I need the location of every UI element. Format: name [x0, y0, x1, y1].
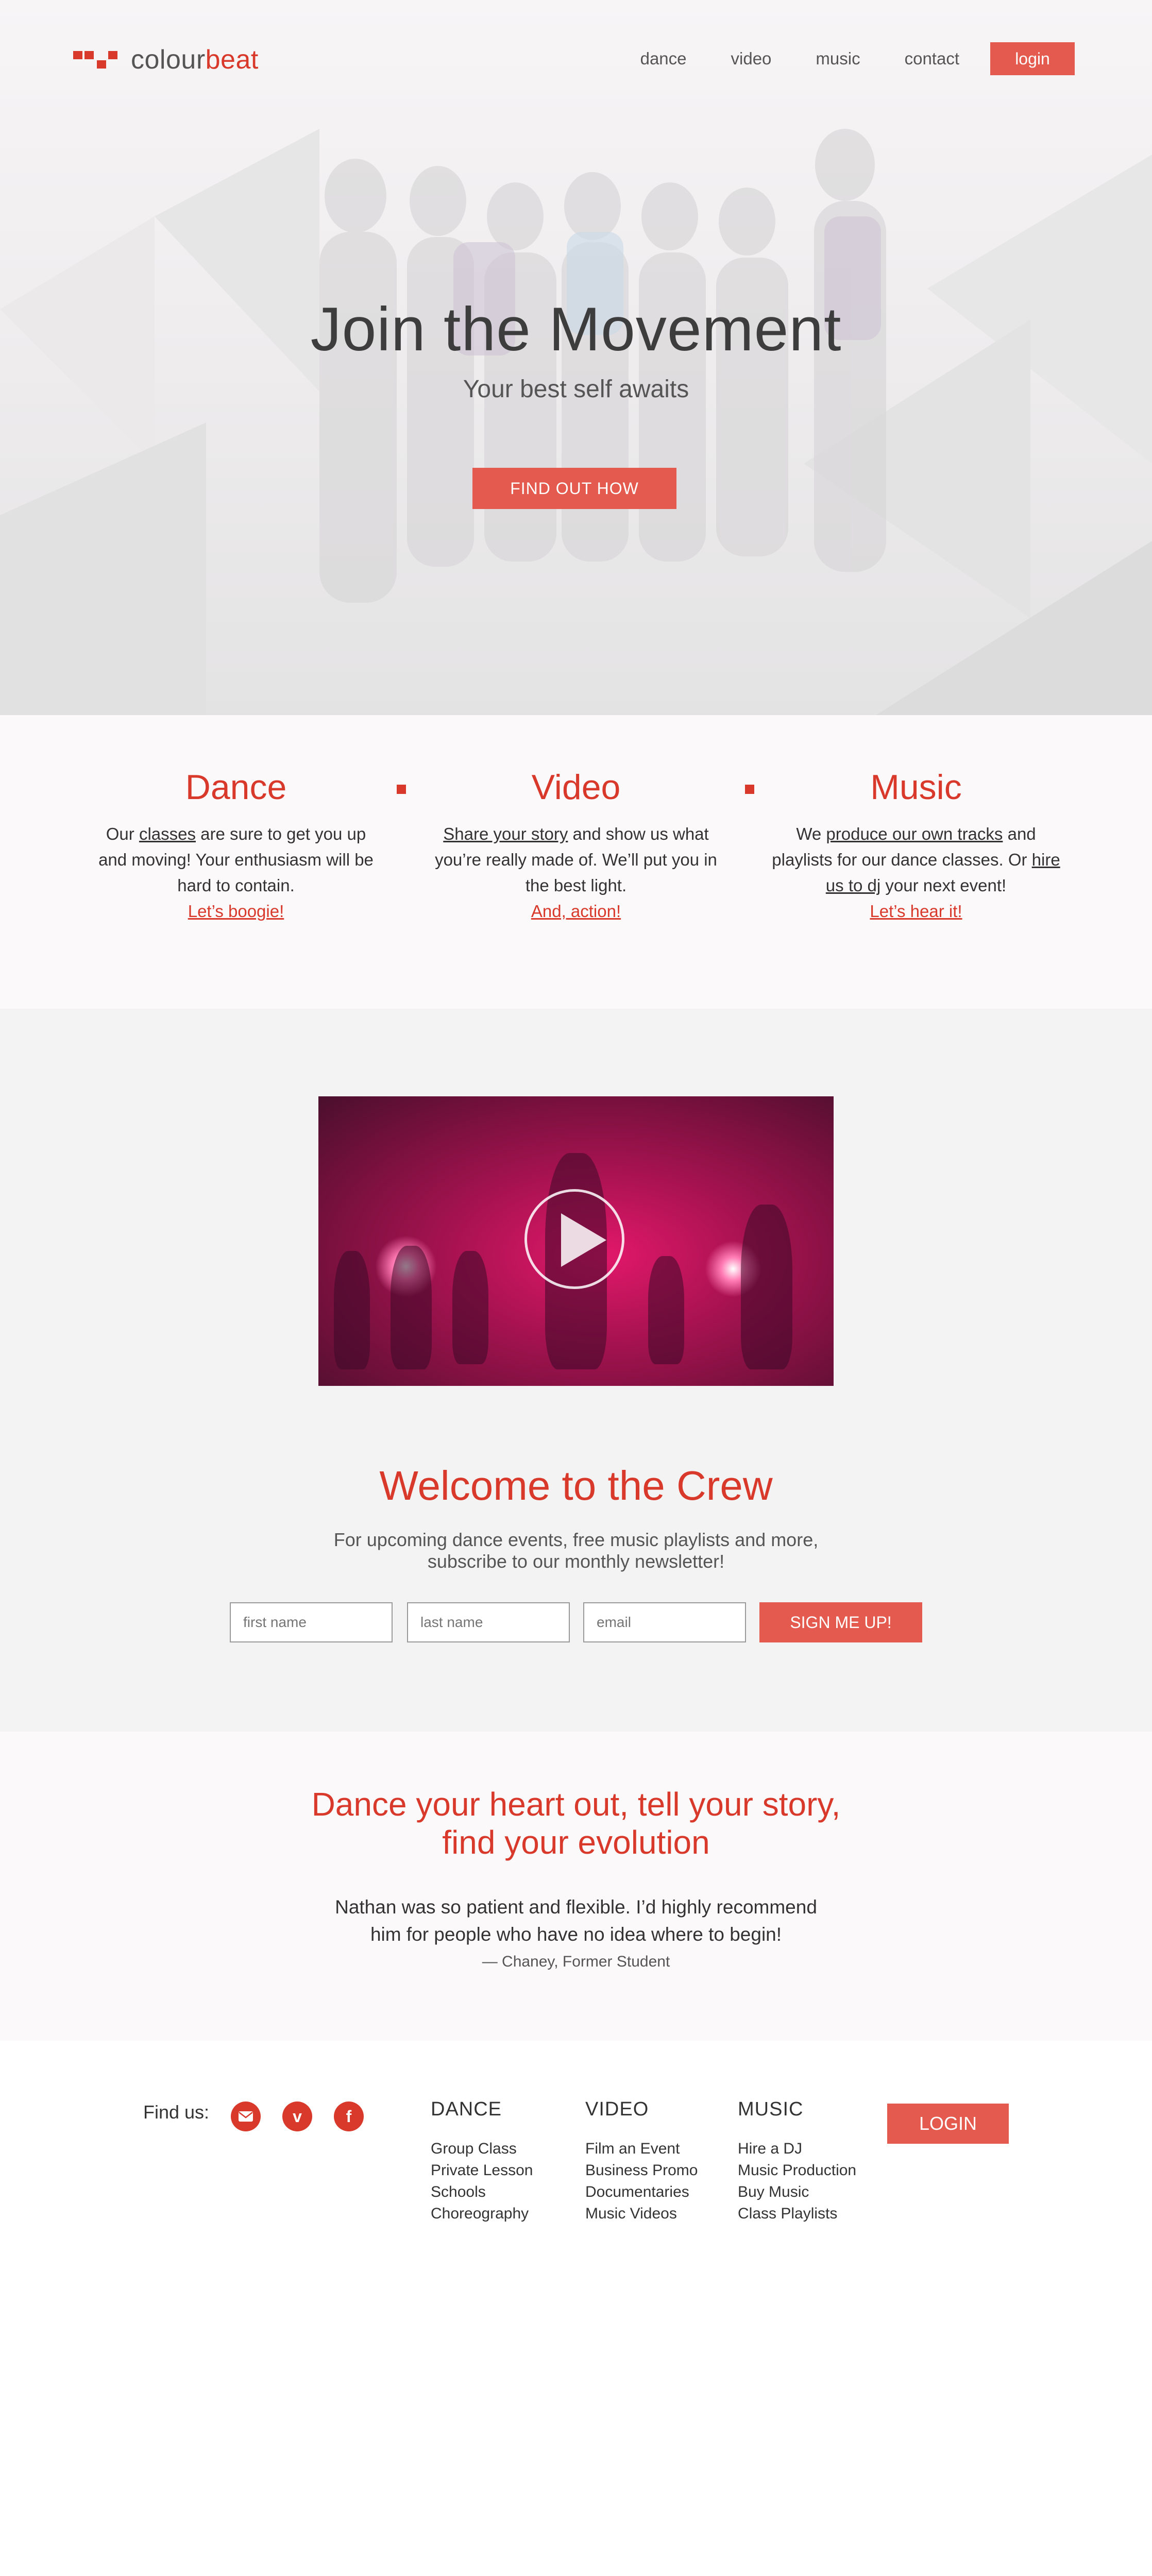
testimonial-author: — Chaney, Former Student: [482, 1953, 670, 1970]
footer-heading: DANCE: [431, 2098, 502, 2120]
feature-description: We produce our own tracks and playlists …: [772, 821, 1060, 899]
produce-tracks-link[interactable]: produce our own tracks: [826, 824, 1003, 843]
dancer-silhouette: [452, 1251, 488, 1364]
footer-column-music: MUSIC Hire a DJ Music Production Buy Mus…: [738, 2098, 856, 2225]
testimonial-quote: Nathan was so patient and flexible. I’d …: [0, 1893, 1152, 1948]
footer-link[interactable]: Private Lesson: [431, 2160, 533, 2181]
brand-name: colourbeat: [131, 44, 259, 75]
last-name-input[interactable]: [407, 1602, 570, 1642]
play-icon[interactable]: [524, 1189, 624, 1289]
lets-boogie-link[interactable]: Let’s boogie!: [92, 899, 380, 924]
share-your-story-link[interactable]: Share your story: [443, 824, 568, 843]
vimeo-icon[interactable]: v: [282, 2102, 312, 2131]
feature-description: Share your story and show us what you’re…: [432, 821, 720, 899]
video-player[interactable]: [318, 1096, 834, 1386]
sign-up-button[interactable]: SIGN ME UP!: [759, 1602, 922, 1642]
find-us-label: Find us:: [143, 2102, 210, 2123]
find-out-how-button[interactable]: FIND OUT HOW: [472, 468, 676, 509]
feature-title: Music: [870, 768, 962, 807]
feature-dance: Dance Our classes are sure to get you up…: [92, 767, 380, 924]
login-button[interactable]: login: [990, 42, 1075, 75]
brand-logo[interactable]: colourbeat: [73, 44, 259, 75]
and-action-link[interactable]: And, action!: [432, 899, 720, 924]
hero-section: colourbeat dance video music contact log…: [0, 0, 1152, 715]
footer-link[interactable]: Choreography: [431, 2203, 533, 2225]
dancer-silhouette: [334, 1251, 370, 1369]
feature-music: Music We produce our own tracks and play…: [772, 767, 1060, 924]
testimonial-section: Dance your heart out, tell your story, f…: [0, 1732, 1152, 2041]
newsletter-blurb: For upcoming dance events, free music pl…: [333, 1529, 819, 1572]
feature-title: Dance: [185, 768, 287, 807]
footer-link[interactable]: Business Promo: [585, 2160, 698, 2181]
email-input[interactable]: [583, 1602, 746, 1642]
footer-link[interactable]: Music Videos: [585, 2203, 698, 2225]
footer-link[interactable]: Class Playlists: [738, 2203, 856, 2225]
separator-square: [745, 785, 754, 794]
logo-mark-icon: [73, 48, 117, 72]
newsletter-section: Welcome to the Crew For upcoming dance e…: [0, 1009, 1152, 1732]
first-name-input[interactable]: [230, 1602, 393, 1642]
lets-hear-it-link[interactable]: Let’s hear it!: [772, 899, 1060, 924]
footer-link[interactable]: Schools: [431, 2181, 533, 2203]
main-nav: dance video music contact login: [596, 42, 1075, 75]
nav-link-music[interactable]: music: [816, 42, 860, 75]
facebook-icon[interactable]: f: [334, 2102, 364, 2131]
feature-title: Video: [531, 768, 621, 807]
feature-text: your next event!: [880, 876, 1007, 895]
nav-link-video[interactable]: video: [731, 42, 772, 75]
feature-text: Our: [106, 824, 139, 843]
quote-text: Nathan was so patient and flexible. I’d …: [335, 1896, 817, 1945]
footer-link[interactable]: Film an Event: [585, 2138, 698, 2160]
footer-link[interactable]: Buy Music: [738, 2181, 856, 2203]
footer-login-button[interactable]: LOGIN: [887, 2104, 1009, 2144]
classes-link[interactable]: classes: [139, 824, 196, 843]
features-section: Dance Our classes are sure to get you up…: [0, 715, 1152, 1009]
brand-name-part2: beat: [205, 45, 259, 75]
footer-column-video: VIDEO Film an Event Business Promo Docum…: [585, 2098, 698, 2225]
story-title-line1: Dance your heart out, tell your story,: [311, 1786, 841, 1823]
hero-subtitle: Your best self awaits: [463, 376, 689, 403]
footer-link[interactable]: Hire a DJ: [738, 2138, 856, 2160]
footer-link[interactable]: Music Production: [738, 2160, 856, 2181]
crew-title: Welcome to the Crew: [379, 1463, 773, 1509]
dancer-silhouette: [741, 1205, 792, 1369]
feature-video: Video Share your story and show us what …: [432, 767, 720, 924]
footer-link[interactable]: Documentaries: [585, 2181, 698, 2203]
brand-name-part1: colour: [131, 45, 206, 75]
hero-title: Join the Movement: [310, 295, 842, 364]
footer-link[interactable]: Group Class: [431, 2138, 533, 2160]
site-footer: Find us: v f DANCE Group Class Private L…: [0, 2041, 1152, 2576]
footer-column-dance: DANCE Group Class Private Lesson Schools…: [431, 2098, 533, 2225]
footer-heading: VIDEO: [585, 2098, 649, 2120]
nav-link-contact[interactable]: contact: [905, 42, 959, 75]
feature-text: We: [796, 824, 826, 843]
story-title-line2: find your evolution: [442, 1824, 710, 1861]
dancer-silhouette: [648, 1256, 684, 1364]
story-title: Dance your heart out, tell your story, f…: [0, 1785, 1152, 1861]
feature-description: Our classes are sure to get you up and m…: [92, 821, 380, 899]
email-icon[interactable]: [231, 2102, 261, 2131]
separator-square: [397, 785, 406, 794]
nav-link-dance[interactable]: dance: [640, 42, 687, 75]
footer-heading: MUSIC: [738, 2098, 804, 2120]
dancer-silhouette: [391, 1246, 432, 1369]
